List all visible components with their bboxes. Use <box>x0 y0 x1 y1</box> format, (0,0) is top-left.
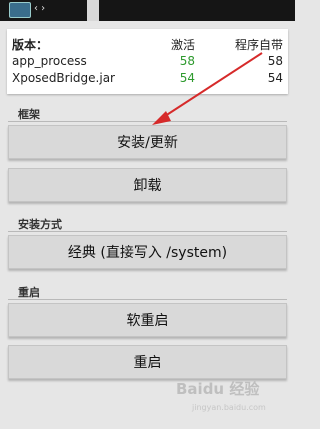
baidu-jingyan-watermark: Baidu 经验 <box>176 380 260 398</box>
active-version: 58 <box>179 54 195 68</box>
xposed-app-icon[interactable] <box>9 2 31 18</box>
watermark-url: jingyan.baidu.com <box>192 403 266 412</box>
version-header-label: 版本： <box>12 38 49 52</box>
install-method-spinner[interactable]: 经典 (直接写入 /system) <box>8 235 287 269</box>
reboot-button[interactable]: 重启 <box>8 345 287 379</box>
bundled-version: 54 <box>267 71 283 85</box>
section-divider <box>8 299 287 300</box>
framework-section-title: 框架 <box>18 108 40 121</box>
reboot-section-title: 重启 <box>18 286 40 299</box>
version-info-card: 版本： 激活 程序自带 app_process 58 58 XposedBrid… <box>7 29 288 94</box>
table-row: XposedBridge.jar 54 54 <box>12 71 283 87</box>
bundled-header-label: 程序自带 <box>234 38 283 52</box>
component-name: app_process <box>12 54 87 68</box>
install-update-button[interactable]: 安装/更新 <box>8 125 287 159</box>
install-method-section-title: 安装方式 <box>18 218 62 231</box>
version-header-row: 版本： 激活 程序自带 <box>12 36 283 52</box>
bundled-version: 58 <box>267 54 283 68</box>
active-version: 54 <box>179 71 195 85</box>
section-divider <box>8 121 287 122</box>
active-header-label: 激活 <box>170 38 195 52</box>
tab-indicator <box>87 0 99 21</box>
soft-reboot-button[interactable]: 软重启 <box>8 303 287 337</box>
section-divider <box>8 231 287 232</box>
action-bar: ‹ › <box>0 0 295 21</box>
uninstall-button[interactable]: 卸载 <box>8 168 287 202</box>
table-row: app_process 58 58 <box>12 54 283 70</box>
component-name: XposedBridge.jar <box>12 71 115 85</box>
chevron-icon[interactable]: ‹ › <box>34 3 45 14</box>
